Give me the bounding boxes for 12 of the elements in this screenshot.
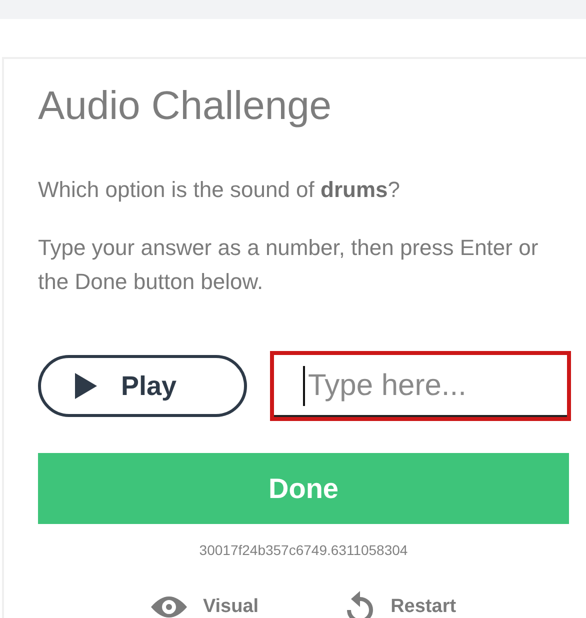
play-icon (75, 373, 97, 399)
done-button[interactable]: Done (38, 453, 569, 524)
instructions-text: Type your answer as a number, then press Enter or the Done button below. (38, 234, 540, 296)
eye-icon (150, 596, 187, 618)
visual-link[interactable]: Visual (150, 590, 259, 618)
challenge-title: Audio Challenge (38, 83, 333, 130)
question-text: Which option is the sound of drums? (38, 176, 401, 204)
challenge-id: 30017f24b357c6749.6311058304 (198, 542, 409, 558)
answer-field[interactable]: Type here... (270, 351, 571, 421)
restart-icon (344, 590, 375, 618)
play-button[interactable]: Play (38, 355, 247, 417)
restart-link[interactable]: Restart (344, 590, 456, 618)
